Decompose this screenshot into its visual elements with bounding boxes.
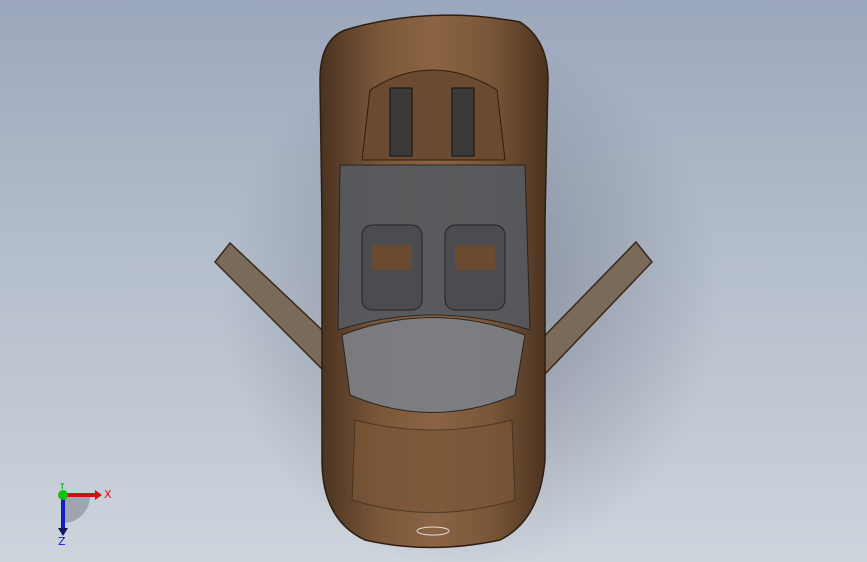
- seat-cushion-left: [372, 245, 412, 270]
- engine-vent-right: [451, 87, 475, 157]
- engine-vent-left: [389, 87, 413, 157]
- triad-arc: [63, 495, 91, 523]
- graphics-viewport[interactable]: X Y Z: [0, 0, 867, 562]
- front-hood: [351, 419, 516, 513]
- axis-triad: X Y Z: [58, 483, 112, 545]
- seat-cushion-right: [455, 245, 495, 270]
- windshield: [341, 317, 526, 413]
- x-axis-label: X: [104, 488, 112, 501]
- y-axis-label: Y: [58, 483, 66, 492]
- z-axis-label: Z: [58, 535, 66, 545]
- x-arrowhead-icon: [95, 490, 102, 500]
- engine-cover: [361, 69, 506, 161]
- car-model[interactable]: [0, 0, 867, 562]
